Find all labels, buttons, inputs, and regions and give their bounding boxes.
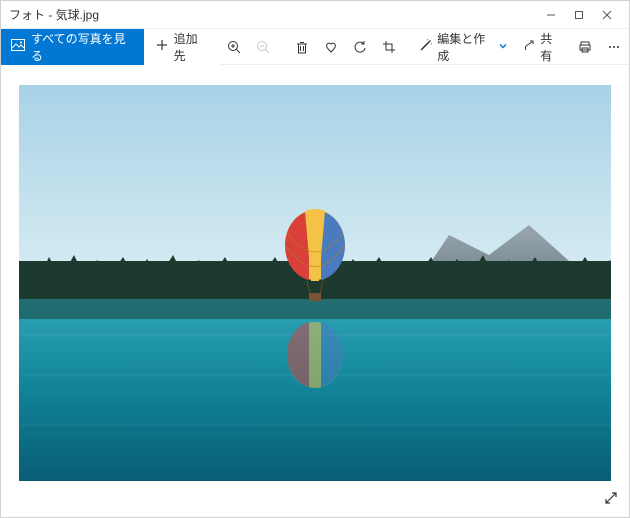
see-all-photos-button[interactable]: すべての写真を見る (1, 29, 144, 65)
trash-icon[interactable] (288, 29, 317, 65)
more-icon[interactable] (600, 29, 629, 65)
title-bar: フォト - 気球.jpg (1, 1, 629, 29)
heart-icon[interactable] (317, 29, 346, 65)
add-to-button[interactable]: 追加先 (144, 29, 220, 65)
close-icon[interactable] (593, 4, 621, 26)
photo-icon (11, 39, 25, 54)
crop-icon[interactable] (375, 29, 404, 65)
photo-image (19, 85, 611, 481)
window-title: フォト - 気球.jpg (9, 6, 537, 23)
diagonal-arrows-icon[interactable] (603, 490, 619, 509)
photo-viewer (1, 65, 629, 517)
plus-icon (156, 39, 168, 54)
app-window: フォト - 気球.jpg すべての写真を見る 追加先 (0, 0, 630, 518)
add-to-label: 追加先 (174, 30, 208, 64)
edit-create-label: 編集と作成 (437, 30, 494, 64)
print-icon[interactable] (571, 29, 600, 65)
window-controls (537, 4, 621, 26)
zoom-in-icon[interactable] (220, 29, 249, 65)
share-icon (522, 38, 536, 55)
edit-create-button[interactable]: 編集と作成 (413, 29, 514, 65)
magic-wand-icon (419, 38, 433, 55)
toolbar: すべての写真を見る 追加先 (1, 29, 629, 65)
rotate-icon[interactable] (346, 29, 375, 65)
zoom-out-icon[interactable] (249, 29, 278, 65)
chevron-down-icon (498, 40, 508, 54)
maximize-icon[interactable] (565, 4, 593, 26)
share-button[interactable]: 共有 (514, 29, 571, 65)
see-all-photos-label: すべての写真を見る (31, 30, 134, 64)
share-label: 共有 (540, 30, 563, 64)
minimize-icon[interactable] (537, 4, 565, 26)
